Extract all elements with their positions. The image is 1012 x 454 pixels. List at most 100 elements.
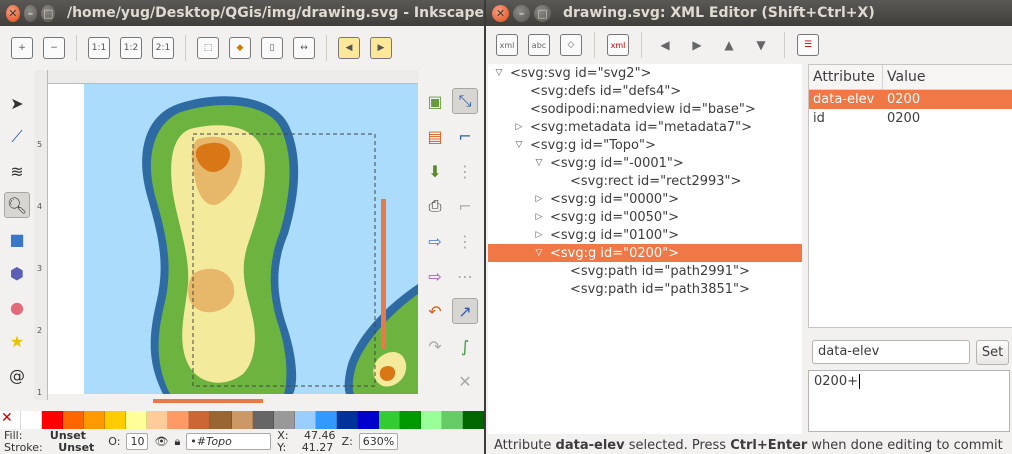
palette-swatch[interactable] [21,411,43,429]
palette-swatch[interactable] [63,411,85,429]
xml-tree-node[interactable]: ▽ <svg:g id="0200"> [488,244,802,262]
palette-swatch[interactable] [210,411,232,429]
palette-swatch[interactable] [168,411,190,429]
close-window-button[interactable]: ✕ [492,4,509,22]
zoom-prev-button[interactable]: ◀ [335,34,363,62]
export-button[interactable]: ⇨ [422,263,448,289]
palette-swatch[interactable] [105,411,127,429]
palette-swatch[interactable] [294,411,316,429]
zoom-width-button[interactable]: ↔ [290,34,318,62]
node-tool[interactable]: ⟋ [4,124,30,150]
set-attribute-button[interactable]: Set [976,340,1009,365]
xml-tree-node[interactable]: <svg:path id="path3851"> [488,280,802,298]
new-element-node-button[interactable]: xml [494,32,520,58]
palette-swatch[interactable] [252,411,274,429]
zoom-1-1-button[interactable]: 1:1 [85,34,113,62]
attribute-value-field[interactable]: 0200+ [808,370,1010,432]
attribute-row[interactable]: id 0200 [809,109,1012,128]
rect-tool[interactable]: ■ [4,226,30,252]
palette-swatch[interactable] [399,411,421,429]
palette-swatch[interactable] [378,411,400,429]
maximize-window-button[interactable]: □ [534,4,551,22]
spiral-tool[interactable]: @ [4,362,30,388]
attribute-name-field[interactable]: data-elev [812,340,970,364]
snap-nodes-button[interactable]: ↗ [452,298,478,324]
palette-swatch[interactable] [126,411,148,429]
zoom-2-1-button[interactable]: 2:1 [149,34,177,62]
snap-center-button[interactable]: ⋮ [452,228,478,254]
close-window-button[interactable]: ✕ [6,4,20,22]
undo-button[interactable]: ↶ [422,298,448,324]
palette-swatch[interactable] [357,411,379,429]
palette-swatch[interactable] [189,411,211,429]
collapsed-triangle-icon[interactable]: ▷ [532,212,546,222]
collapsed-triangle-icon[interactable]: ▷ [532,194,546,204]
zoom-1-2-button[interactable]: 1:2 [117,34,145,62]
eye-icon[interactable]: 👁 [154,435,168,448]
lower-node-button[interactable]: ▼ [748,32,774,58]
indent-button[interactable]: ▶ [684,32,710,58]
expanded-triangle-icon[interactable]: ▽ [512,140,526,150]
xml-tree-node[interactable]: ▷ <svg:g id="0000"> [488,190,802,208]
scrollbar-thumb[interactable] [153,399,263,403]
raise-node-button[interactable]: ▲ [716,32,742,58]
collapsed-triangle-icon[interactable]: ▷ [532,230,546,240]
layer-selector[interactable]: •#Topo [186,433,272,450]
palette-swatch[interactable] [463,411,484,429]
snap-intersect-button[interactable]: ✕ [452,368,478,394]
xml-tree-node[interactable]: <svg:defs id="defs4"> [488,82,802,100]
tweak-tool[interactable]: ≋ [4,158,30,184]
xml-node-tree[interactable]: ▽ <svg:svg id="svg2"> <svg:defs id="defs4"… [488,64,802,434]
palette-swatch[interactable] [147,411,169,429]
new-text-node-button[interactable]: abc [526,32,552,58]
xml-tree-node[interactable]: ▷ <svg:g id="0100"> [488,226,802,244]
zoom-drawing-button[interactable]: ◆ [226,34,254,62]
fill-value[interactable]: Unset [50,429,86,442]
expanded-triangle-icon[interactable]: ▽ [492,68,506,78]
xml-tree-node[interactable]: <svg:path id="path2991"> [488,262,802,280]
xml-tree-node[interactable]: <svg:rect id="rect2993"> [488,172,802,190]
snap-corner-button[interactable]: ⌐ [452,193,478,219]
value-column-header[interactable]: Value [883,69,925,85]
xml-tree-node[interactable]: ▽ <svg:svg id="svg2"> [488,64,802,82]
palette-swatch[interactable] [441,411,464,429]
unindent-button[interactable]: ◀ [652,32,678,58]
print-button[interactable]: ⎙ [422,193,448,219]
xml-tree-node[interactable]: ▷ <svg:g id="0050"> [488,208,802,226]
redo-button[interactable]: ↷ [422,333,448,359]
duplicate-node-button[interactable]: ◇ [558,32,584,58]
expanded-triangle-icon[interactable]: ▽ [532,248,546,258]
ellipse-tool[interactable]: ● [4,294,30,320]
palette-swatch[interactable] [231,411,253,429]
snap-middle-button[interactable]: ⋯ [452,263,478,289]
lock-icon[interactable]: 🔒︎ [174,435,180,449]
expanded-triangle-icon[interactable]: ▽ [532,158,546,168]
snap-edge-button[interactable]: ⋮ [452,158,478,184]
xml-tree-node[interactable]: ▽ <svg:g id="-0001"> [488,154,802,172]
zoom-next-button[interactable]: ▶ [367,34,395,62]
delete-attribute-button[interactable]: ☰ [795,32,821,58]
xml-tree-node[interactable]: ▷ <svg:metadata id="metadata7"> [488,118,802,136]
xml-tree-node[interactable]: ▽ <svg:g id="Topo"> [488,136,802,154]
import-button[interactable]: ⇨ [422,228,448,254]
opacity-spinbox[interactable]: 10 [126,433,149,450]
attribute-row[interactable]: data-elev 0200 [809,90,1012,109]
palette-swatch[interactable] [420,411,442,429]
star-tool[interactable]: ★ [4,328,30,354]
snap-bbox-button[interactable]: ⌐ [452,123,478,149]
palette-swatch[interactable] [84,411,106,429]
stroke-value[interactable]: Unset [58,441,94,454]
zoom-out-button[interactable]: − [40,34,68,62]
palette-swatch[interactable] [315,411,337,429]
zoom-selection-button[interactable]: ⬚ [194,34,222,62]
new-doc-button[interactable]: ▣ [422,88,448,114]
xml-tree-node[interactable]: <sodipodi:namedview id="base"> [488,100,802,118]
open-doc-button[interactable]: ▤ [422,123,448,149]
minimize-window-button[interactable]: – [513,4,530,22]
zoom-tool[interactable]: 🔍︎ [4,192,30,218]
zoom-in-button[interactable]: + [8,34,36,62]
zoom-page-button[interactable]: ▯ [258,34,286,62]
palette-swatch[interactable] [42,411,64,429]
maximize-window-button[interactable]: □ [41,4,55,22]
drawing-canvas[interactable] [48,84,418,394]
